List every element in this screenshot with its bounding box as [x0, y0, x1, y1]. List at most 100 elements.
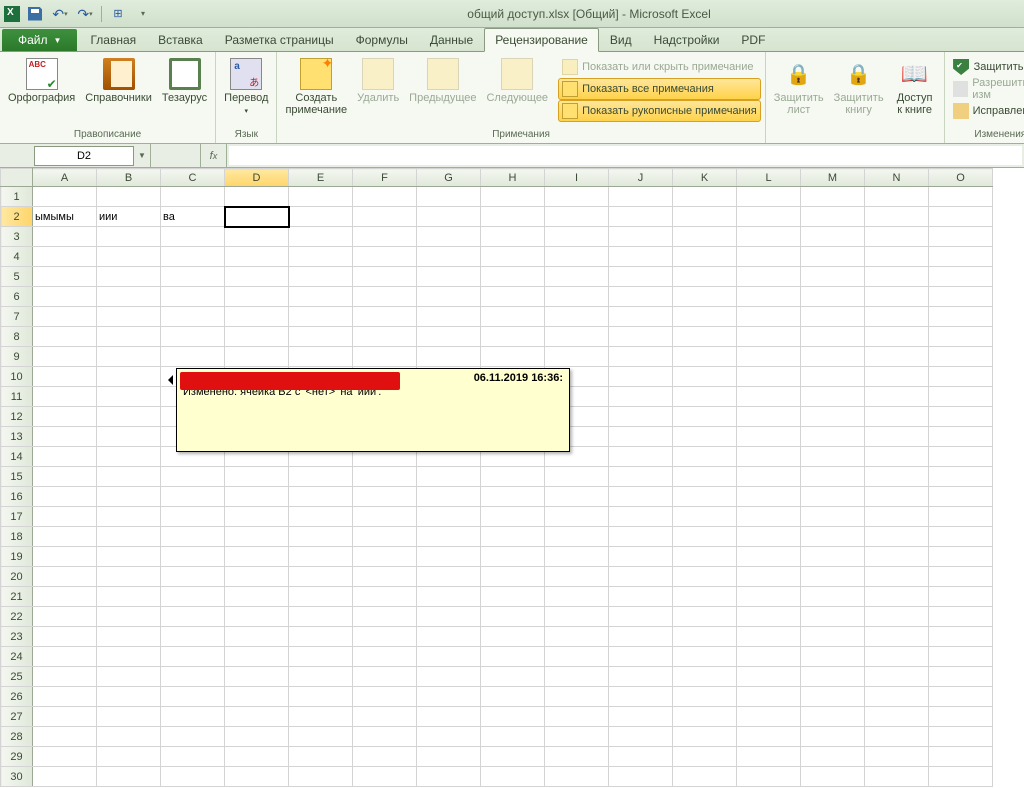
cell-K15[interactable]: [673, 467, 737, 487]
cell-I29[interactable]: [545, 747, 609, 767]
cell-D18[interactable]: [225, 527, 289, 547]
cell-F23[interactable]: [353, 627, 417, 647]
cell-F18[interactable]: [353, 527, 417, 547]
cell-E2[interactable]: [289, 207, 353, 227]
cell-O18[interactable]: [929, 527, 993, 547]
cell-A16[interactable]: [33, 487, 97, 507]
cell-B12[interactable]: [97, 407, 161, 427]
cell-A4[interactable]: [33, 247, 97, 267]
cell-E19[interactable]: [289, 547, 353, 567]
col-header-A[interactable]: A: [33, 169, 97, 187]
cell-J16[interactable]: [609, 487, 673, 507]
cell-J21[interactable]: [609, 587, 673, 607]
cell-H30[interactable]: [481, 767, 545, 787]
row-header-22[interactable]: 22: [1, 607, 33, 627]
cell-H6[interactable]: [481, 287, 545, 307]
cell-C17[interactable]: [161, 507, 225, 527]
cell-F20[interactable]: [353, 567, 417, 587]
cell-N15[interactable]: [865, 467, 929, 487]
cell-D3[interactable]: [225, 227, 289, 247]
cell-D19[interactable]: [225, 547, 289, 567]
cell-M3[interactable]: [801, 227, 865, 247]
cell-K19[interactable]: [673, 547, 737, 567]
cell-E23[interactable]: [289, 627, 353, 647]
cell-J27[interactable]: [609, 707, 673, 727]
cell-H18[interactable]: [481, 527, 545, 547]
cell-O24[interactable]: [929, 647, 993, 667]
tab-view[interactable]: Вид: [599, 28, 643, 51]
cell-H21[interactable]: [481, 587, 545, 607]
cell-G1[interactable]: [417, 187, 481, 207]
cell-N2[interactable]: [865, 207, 929, 227]
cell-L25[interactable]: [737, 667, 801, 687]
cell-L26[interactable]: [737, 687, 801, 707]
cell-L14[interactable]: [737, 447, 801, 467]
col-header-N[interactable]: N: [865, 169, 929, 187]
cell-E27[interactable]: [289, 707, 353, 727]
cell-D22[interactable]: [225, 607, 289, 627]
name-box[interactable]: [34, 146, 134, 166]
cell-B18[interactable]: [97, 527, 161, 547]
cell-H29[interactable]: [481, 747, 545, 767]
showink-button[interactable]: Показать рукописные примечания: [558, 100, 761, 122]
cell-D1[interactable]: [225, 187, 289, 207]
cell-B25[interactable]: [97, 667, 161, 687]
row-header-3[interactable]: 3: [1, 227, 33, 247]
row-header-28[interactable]: 28: [1, 727, 33, 747]
cell-N19[interactable]: [865, 547, 929, 567]
cell-O22[interactable]: [929, 607, 993, 627]
cell-A18[interactable]: [33, 527, 97, 547]
cell-F4[interactable]: [353, 247, 417, 267]
cell-I20[interactable]: [545, 567, 609, 587]
cell-K30[interactable]: [673, 767, 737, 787]
cell-G29[interactable]: [417, 747, 481, 767]
cell-K12[interactable]: [673, 407, 737, 427]
cell-J6[interactable]: [609, 287, 673, 307]
cell-B19[interactable]: [97, 547, 161, 567]
cell-F6[interactable]: [353, 287, 417, 307]
cell-A17[interactable]: [33, 507, 97, 527]
col-header-J[interactable]: J: [609, 169, 673, 187]
cell-B3[interactable]: [97, 227, 161, 247]
cell-N13[interactable]: [865, 427, 929, 447]
cell-L11[interactable]: [737, 387, 801, 407]
cell-I22[interactable]: [545, 607, 609, 627]
share-book-button[interactable]: 📖Доступ к книге: [890, 56, 940, 118]
cell-H5[interactable]: [481, 267, 545, 287]
cell-L24[interactable]: [737, 647, 801, 667]
cell-A13[interactable]: [33, 427, 97, 447]
cell-D5[interactable]: [225, 267, 289, 287]
cell-M23[interactable]: [801, 627, 865, 647]
cell-L29[interactable]: [737, 747, 801, 767]
cell-N7[interactable]: [865, 307, 929, 327]
cell-A24[interactable]: [33, 647, 97, 667]
cell-M9[interactable]: [801, 347, 865, 367]
cell-C20[interactable]: [161, 567, 225, 587]
cell-O23[interactable]: [929, 627, 993, 647]
cell-J14[interactable]: [609, 447, 673, 467]
cell-L15[interactable]: [737, 467, 801, 487]
cell-F22[interactable]: [353, 607, 417, 627]
cell-N11[interactable]: [865, 387, 929, 407]
cell-E22[interactable]: [289, 607, 353, 627]
cell-G3[interactable]: [417, 227, 481, 247]
cell-C25[interactable]: [161, 667, 225, 687]
cell-G22[interactable]: [417, 607, 481, 627]
cell-D9[interactable]: [225, 347, 289, 367]
cell-D6[interactable]: [225, 287, 289, 307]
cell-M24[interactable]: [801, 647, 865, 667]
cell-E16[interactable]: [289, 487, 353, 507]
cell-O25[interactable]: [929, 667, 993, 687]
cell-O13[interactable]: [929, 427, 993, 447]
cell-L19[interactable]: [737, 547, 801, 567]
cell-N10[interactable]: [865, 367, 929, 387]
col-header-C[interactable]: C: [161, 169, 225, 187]
cell-I8[interactable]: [545, 327, 609, 347]
tab-pagelayout[interactable]: Разметка страницы: [214, 28, 345, 51]
cell-H22[interactable]: [481, 607, 545, 627]
cell-M7[interactable]: [801, 307, 865, 327]
cell-N16[interactable]: [865, 487, 929, 507]
cell-N14[interactable]: [865, 447, 929, 467]
col-header-G[interactable]: G: [417, 169, 481, 187]
cell-L2[interactable]: [737, 207, 801, 227]
